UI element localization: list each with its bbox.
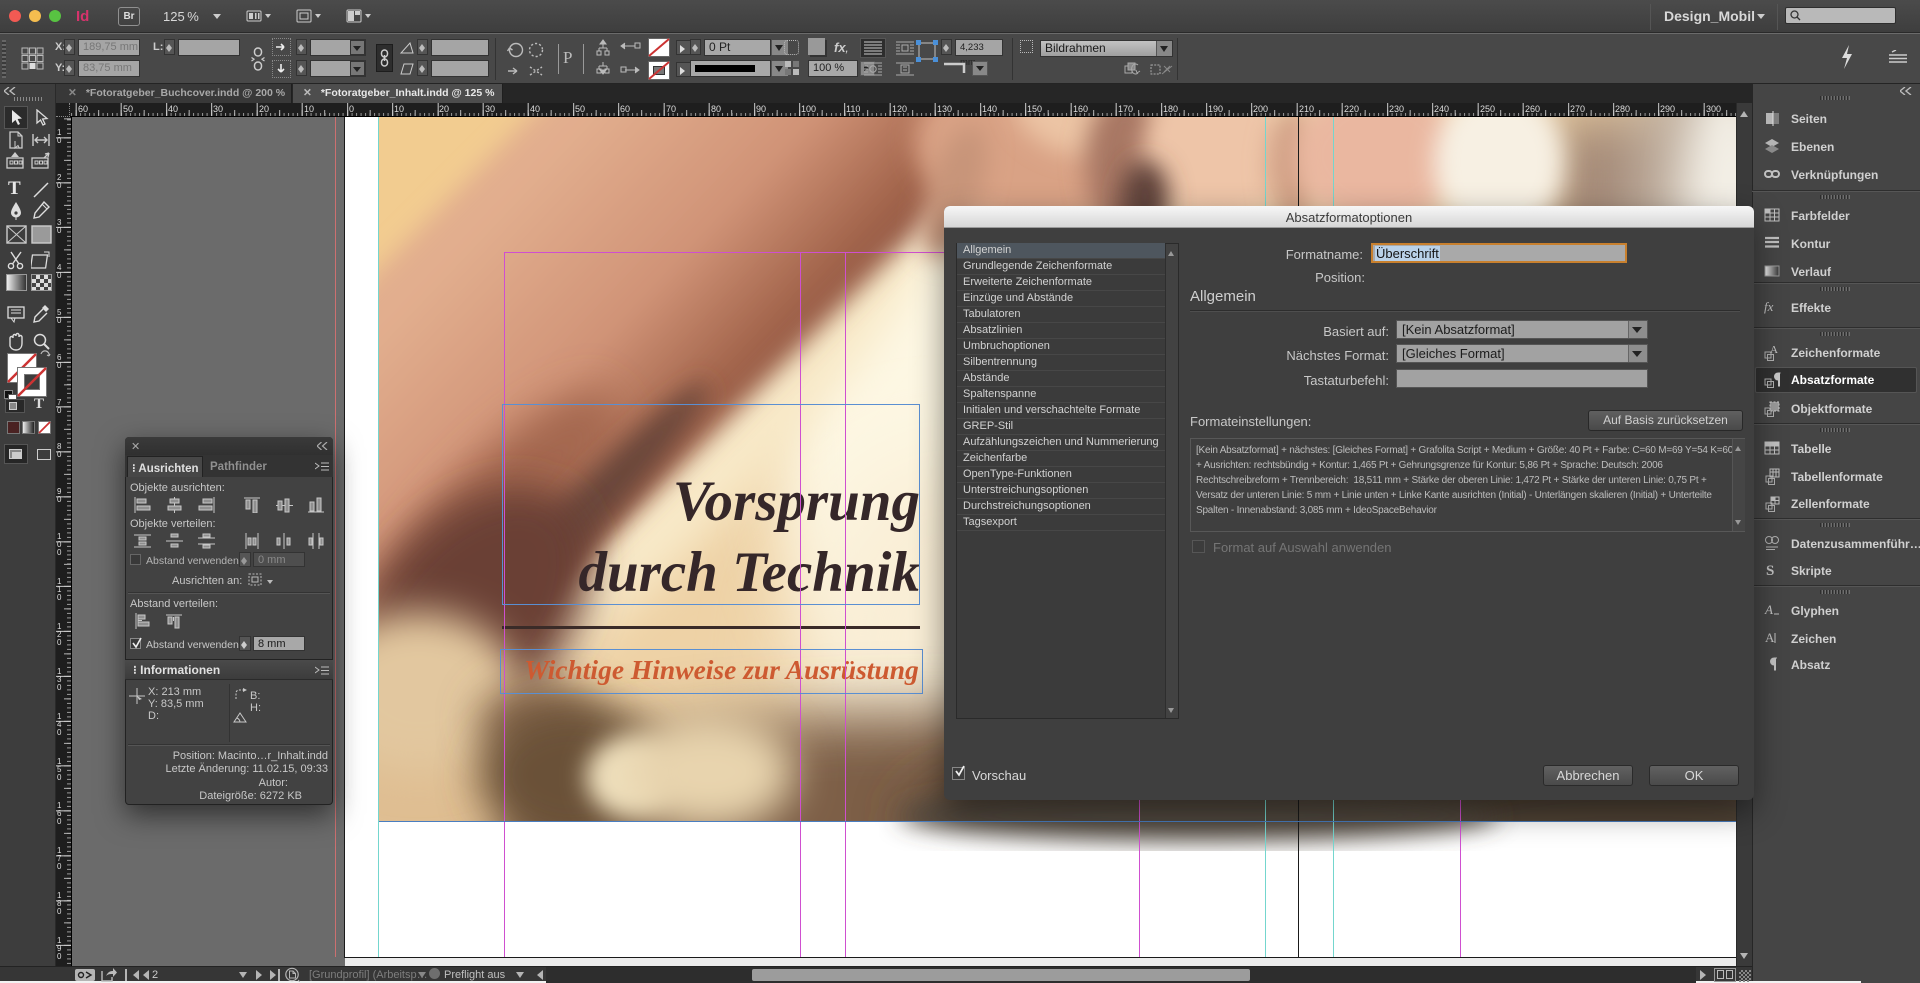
svg-text:A: A (1770, 344, 1778, 356)
svg-text:A: A (1764, 602, 1773, 617)
svg-text:S: S (1766, 563, 1774, 579)
svg-text:A: A (1765, 630, 1775, 645)
svg-text:fx: fx (1764, 299, 1774, 314)
